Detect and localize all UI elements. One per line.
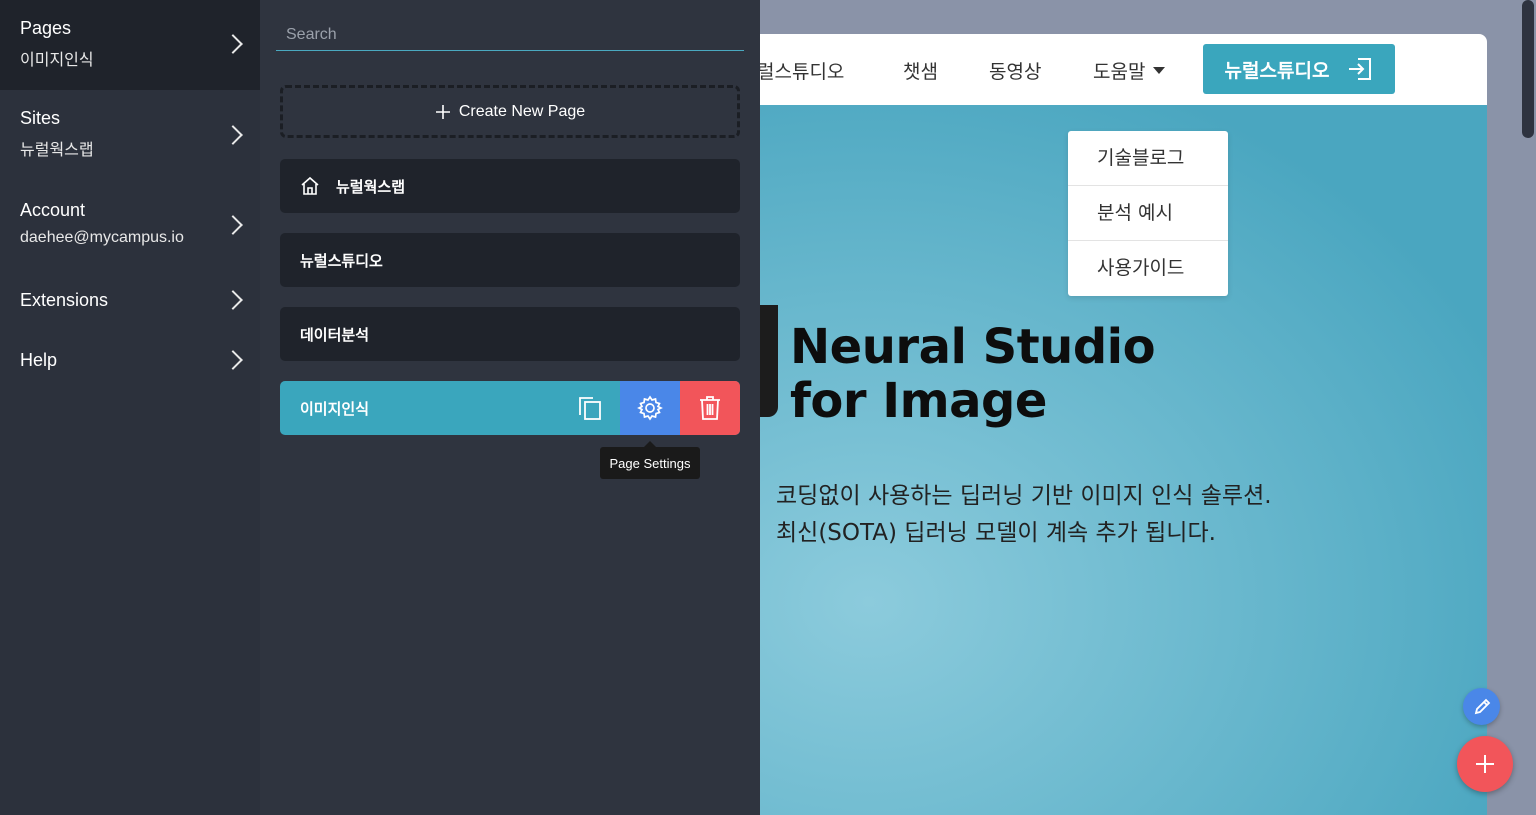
chevron-right-icon [223,125,243,145]
chevron-right-icon [223,290,243,310]
page-item-label: 데이터분석 [300,325,370,344]
duplicate-page-button[interactable] [560,381,620,435]
sidebar-item-subtitle: daehee@mycampus.io [20,229,184,246]
hero-desc-line1: 코딩없이 사용하는 딥러닝 기반 이미지 인식 솔루션. [776,483,1272,509]
site-nav-dropdown-help[interactable]: 도움말 [1093,57,1166,84]
page-item-active[interactable]: 이미지인식 [280,381,740,435]
delete-page-button[interactable] [680,381,740,435]
page-item-home[interactable]: 뉴럴웍스랩 [280,159,740,213]
scrollbar-thumb[interactable] [1522,0,1534,138]
home-icon [300,176,320,196]
hero-title: Neural Studio for Image [790,319,1156,429]
sidebar-item-subtitle: 뉴럴웍스랩 [20,142,94,159]
help-dropdown-menu: 기술블로그 분석 예시 사용가이드 [1068,131,1228,296]
hero-image-edge [760,305,778,417]
sidebar-item-account[interactable]: Account daehee@mycampus.io [0,180,260,270]
site-preview: Neural Studio for Image 코딩없이 사용하는 딥러닝 기반… [760,0,1536,815]
pencil-icon [1472,697,1492,717]
gear-icon [637,395,663,421]
sidebar-item-pages[interactable]: Pages 이미지인식 [0,0,260,90]
trash-icon [698,395,722,421]
site-nav-cta-label: 뉴럴스튜디오 [1224,59,1330,82]
page-item[interactable]: 데이터분석 [280,307,740,361]
sidebar-item-sites[interactable]: Sites 뉴럴웍스랩 [0,90,260,180]
create-new-page-label: Create New Page [458,102,586,120]
site-nav-cta-button[interactable]: 뉴럴스튜디오 [1203,44,1395,94]
plus-icon [435,104,451,120]
sidebar-item-title: Help [20,350,58,370]
sidebar-item-extensions[interactable]: Extensions [0,270,260,330]
page-settings-tooltip: Page Settings [600,441,700,479]
sidebar-item-title: Account [20,200,86,220]
sidebar-item-title: Sites [20,108,61,128]
pages-panel: Create New Page 뉴럴웍스랩 뉴럴스튜디오 데이터분석 이미지인식 [260,0,760,815]
add-fab-button[interactable] [1457,736,1513,792]
site-nav-link-chatsam[interactable]: 챗샘 [903,57,938,84]
sidebar-item-subtitle: 이미지인식 [20,52,94,69]
dropdown-item-tech-blog[interactable]: 기술블로그 [1068,131,1228,186]
chevron-right-icon [223,215,243,235]
page-settings-button[interactable] [620,381,680,435]
page-item-label: 뉴럴웍스랩 [336,177,406,196]
create-new-page-button[interactable]: Create New Page [280,85,740,138]
page-search [276,20,744,51]
search-input[interactable] [276,20,744,50]
duplicate-icon [577,395,603,421]
hero-description: 코딩없이 사용하는 딥러닝 기반 이미지 인식 솔루션. 최신(SOTA) 딥러… [776,478,1272,552]
hero-title-line1: Neural Studio [790,319,1156,375]
dropdown-item-analysis-example[interactable]: 분석 예시 [1068,186,1228,241]
sidebar-item-title: Pages [20,18,72,38]
page-scrollbar[interactable] [1520,0,1536,815]
sidebar-item-help[interactable]: Help [0,330,260,390]
dropdown-item-user-guide[interactable]: 사용가이드 [1068,241,1228,296]
builder-sidebar: Pages 이미지인식 Sites 뉴럴웍스랩 Account daehee@m… [0,0,260,815]
caret-down-icon [1153,67,1166,74]
site-canvas: Neural Studio for Image 코딩없이 사용하는 딥러닝 기반… [760,34,1487,815]
edit-fab-button[interactable] [1463,688,1500,725]
page-item-label: 이미지인식 [300,399,370,418]
login-icon [1347,56,1373,82]
hero-title-line2: for Image [790,373,1047,429]
page-item-label: 뉴럴스튜디오 [300,251,383,270]
chevron-right-icon [223,34,243,54]
page-item[interactable]: 뉴럴스튜디오 [280,233,740,287]
chevron-right-icon [223,350,243,370]
site-nav-link-video[interactable]: 동영상 [989,57,1041,84]
hero-desc-line2: 최신(SOTA) 딥러닝 모델이 계속 추가 됩니다. [776,520,1216,546]
site-nav-dropdown-label: 도움말 [1093,61,1146,83]
site-navbar: 럴스튜디오 챗샘 동영상 도움말 뉴럴스튜디오 [760,34,1487,105]
sidebar-item-title: Extensions [20,290,109,310]
plus-icon [1474,753,1496,775]
site-nav-link-neural-studio[interactable]: 럴스튜디오 [760,57,844,84]
